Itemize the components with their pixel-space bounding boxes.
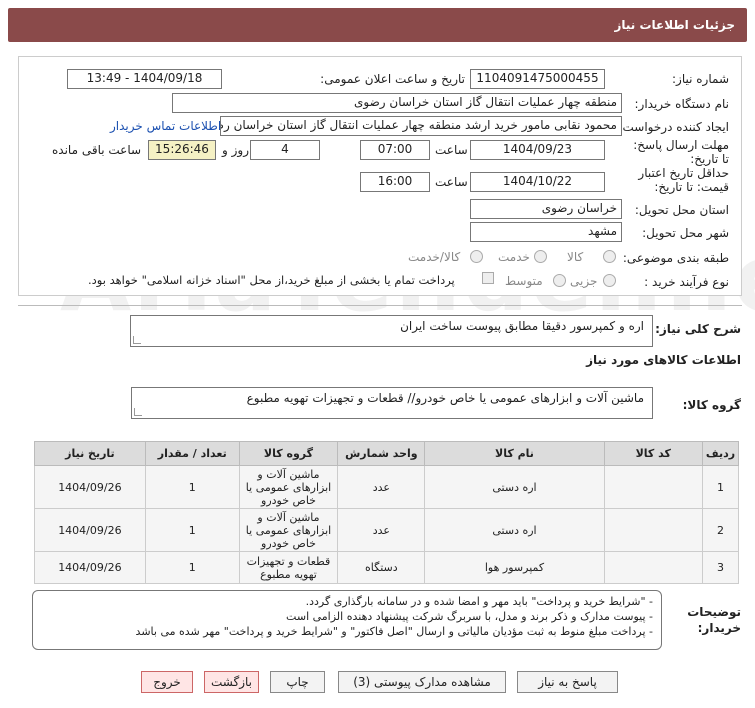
cell-row: 3 (701, 551, 740, 584)
table-row[interactable]: 3 کمپرسور هوا دستگاه قطعات و تجهیزات تهو… (34, 551, 740, 584)
creator-label: ایجاد کننده درخواست: (618, 120, 729, 134)
print-button[interactable]: چاپ (270, 671, 325, 693)
goods-group-textarea[interactable]: ماشین آلات و ابزارهای عمومی یا خاص خودرو… (131, 387, 653, 419)
deadline-time-label: ساعت (435, 143, 468, 157)
cell-unit: عدد (337, 465, 426, 509)
goods-info-title: اطلاعات کالاهای مورد نیاز (586, 353, 741, 367)
days-remaining-field[interactable]: 4 (250, 140, 320, 160)
cell-group: ماشین آلات و ابزارهای عمومی یا خاص خودرو (238, 465, 339, 509)
cell-row: 1 (701, 465, 740, 509)
goods-table: ردیف کد کالا نام کالا واحد شمارش گروه کا… (34, 441, 740, 584)
need-number-label: شماره نیاز: (672, 72, 729, 86)
cell-qty: 1 (144, 551, 240, 584)
category-goods-label: کالا (567, 250, 584, 264)
deadline-time-field[interactable]: 07:00 (360, 140, 430, 160)
category-both-radio[interactable] (470, 250, 483, 263)
table-row[interactable]: 1 اره دستی عدد ماشین آلات و ابزارهای عمو… (34, 465, 740, 509)
process-medium-radio[interactable] (553, 274, 566, 287)
cell-date: 1404/09/26 (34, 465, 146, 509)
section-divider (18, 305, 742, 306)
buyer-label: نام دستگاه خریدار: (634, 97, 730, 111)
city-field[interactable]: مشهد (470, 222, 622, 242)
notes-line: - پرداخت مبلغ منوط به ثبت مؤدیان مالیاتی… (135, 625, 653, 638)
window-title-bar: جزئیات اطلاعات نیاز (8, 8, 747, 42)
category-goods-radio[interactable] (603, 250, 616, 263)
resize-handle[interactable] (133, 336, 141, 344)
cell-group: ماشین آلات و ابزارهای عمومی یا خاص خودرو (238, 508, 339, 552)
cell-qty: 1 (144, 465, 240, 509)
description-text: اره و کمپرسور دقیقا مطابق پیوست ساخت ایر… (400, 319, 644, 333)
reply-button[interactable]: پاسخ به نیاز (517, 671, 618, 693)
validity-time-field[interactable]: 16:00 (360, 172, 430, 192)
col-group: گروه کالا (238, 441, 339, 466)
col-name: نام کالا (424, 441, 605, 466)
process-medium-label: متوسط (505, 274, 543, 288)
cell-group: قطعات و تجهیزات تهویه مطبوع (238, 551, 339, 584)
validity-time-label: ساعت (435, 175, 468, 189)
col-qty: تعداد / مقدار (144, 441, 240, 466)
days-and-label: روز و (222, 143, 249, 157)
cell-name: اره دستی (424, 508, 605, 552)
buyer-contact-link[interactable]: اطلاعات تماس خریدار (110, 119, 221, 133)
cell-code (603, 508, 703, 552)
remaining-time-field[interactable]: 15:26:46 (148, 140, 216, 160)
back-button[interactable]: بازگشت (204, 671, 259, 693)
creator-field[interactable]: محمود نقابی مامور خرید ارشد منطقه چهار ع… (220, 116, 622, 136)
resize-handle[interactable] (134, 408, 142, 416)
process-label: نوع فرآیند خرید : (644, 275, 729, 289)
window-title: جزئیات اطلاعات نیاز (614, 18, 735, 32)
category-service-label: خدمت (498, 250, 530, 264)
cell-qty: 1 (144, 508, 240, 552)
deadline-date-field[interactable]: 1404/09/23 (470, 140, 605, 160)
need-number-field[interactable]: 1104091475000455 (470, 69, 605, 89)
cell-row: 2 (701, 508, 740, 552)
col-row: ردیف (701, 441, 740, 466)
cell-code (603, 551, 703, 584)
table-row[interactable]: 2 اره دستی عدد ماشین آلات و ابزارهای عمو… (34, 508, 740, 552)
description-label: شرح کلی نیاز: (655, 322, 741, 336)
buyer-field[interactable]: منطقه چهار عملیات انتقال گاز استان خراسا… (172, 93, 622, 113)
process-minor-label: جزیی (570, 274, 598, 288)
cell-code (603, 465, 703, 509)
description-textarea[interactable]: اره و کمپرسور دقیقا مطابق پیوست ساخت ایر… (130, 315, 653, 347)
province-field[interactable]: خراسان رضوی (470, 199, 622, 219)
treasury-payment-checkbox[interactable] (482, 272, 494, 284)
category-label: طبقه بندی موضوعی: (622, 251, 729, 265)
notes-line: - پیوست مدارک و ذکر برند و مدل، با سربرگ… (286, 610, 653, 623)
treasury-payment-text: پرداخت تمام یا بخشی از مبلغ خرید،از محل … (88, 273, 455, 287)
remaining-time-label: ساعت باقی مانده (52, 143, 142, 157)
cell-name: اره دستی (424, 465, 605, 509)
announce-datetime-field[interactable]: 1404/09/18 - 13:49 (67, 69, 222, 89)
cell-date: 1404/09/26 (34, 508, 146, 552)
cell-unit: دستگاه (337, 551, 426, 584)
col-unit: واحد شمارش (337, 441, 426, 466)
category-both-label: کالا/خدمت (408, 250, 461, 264)
goods-group-text: ماشین آلات و ابزارهای عمومی یا خاص خودرو… (246, 391, 644, 405)
validity-date-field[interactable]: 1404/10/22 (470, 172, 605, 192)
cell-unit: عدد (337, 508, 426, 552)
city-label: شهر محل تحویل: (642, 226, 729, 240)
buyer-notes-box: - "شرایط خرید و پرداخت" باید مهر و امضا … (32, 590, 662, 650)
exit-button[interactable]: خروج (141, 671, 193, 693)
col-code: کد کالا (603, 441, 703, 466)
deadline-label: مهلت ارسال پاسخ: تا تاریخ: (633, 138, 729, 166)
col-date: تاریخ نیاز (34, 441, 146, 466)
cell-name: کمپرسور هوا (424, 551, 605, 584)
category-service-radio[interactable] (534, 250, 547, 263)
validity-label: حداقل تاریخ اعتبار قیمت: تا تاریخ: (638, 166, 729, 194)
goods-group-label: گروه کالا: (682, 398, 741, 412)
view-attachments-button[interactable]: مشاهده مدارک پیوستی (3) (338, 671, 506, 693)
buyer-notes-label: توضیحات خریدار: (687, 605, 741, 635)
notes-line: - "شرایط خرید و پرداخت" باید مهر و امضا … (305, 595, 653, 608)
province-label: استان محل تحویل: (634, 203, 729, 217)
announce-label: تاریخ و ساعت اعلان عمومی: (320, 72, 465, 86)
cell-date: 1404/09/26 (34, 551, 146, 584)
process-minor-radio[interactable] (603, 274, 616, 287)
table-header-row: ردیف کد کالا نام کالا واحد شمارش گروه کا… (34, 441, 740, 466)
